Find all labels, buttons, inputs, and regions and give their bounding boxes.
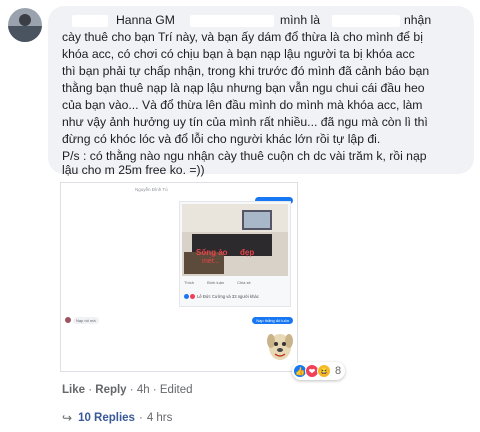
replies-count-link[interactable]: 10 Replies	[78, 412, 135, 424]
comment-text: lậu cho m 25m free ko. =))	[62, 163, 205, 177]
separator: ·	[88, 384, 93, 396]
photo-wall	[182, 204, 288, 232]
attached-screenshot[interactable]: Nguyễn Đình Tú Sống ảo đẹp mét... Thích …	[60, 182, 298, 372]
comment-actions: Like · Reply · 4h · Edited	[62, 384, 193, 396]
redaction	[332, 15, 400, 27]
avatar-head	[19, 14, 31, 26]
separator: ·	[129, 384, 134, 396]
reaction-summary[interactable]: 👍 ❤ 😆 8	[292, 362, 346, 380]
post-reaction-summary: Lê Đức Cường và 33 người khác	[184, 294, 259, 300]
photo-window	[242, 210, 272, 230]
shared-post: Sống ảo đẹp mét... Thích Bình luận Chia …	[179, 201, 291, 307]
timestamp[interactable]: 4h	[137, 384, 150, 396]
mention-name[interactable]: Hanna GM	[116, 13, 175, 27]
message-right: Nạp thằng đó luôn	[252, 317, 293, 324]
avatar-shape	[8, 26, 42, 42]
comment-text: P/s : có thằng nào ngu nhận cày thuê cuộ…	[62, 149, 427, 163]
post-reaction-text: Lê Đức Cường và 33 người khác	[197, 294, 259, 299]
comment-text: thằng bạn thuê nạp là nạp lậu nhưng bạn …	[62, 81, 425, 95]
comment-text: mình là	[280, 13, 320, 27]
mini-avatar	[65, 317, 71, 323]
redaction	[190, 15, 274, 27]
like-link[interactable]: Like	[62, 384, 85, 396]
redaction	[72, 15, 108, 27]
comment-text: của bạn vào... Và đổ thừa lên đầu mình d…	[62, 98, 423, 112]
comment-text: nhận	[404, 13, 432, 27]
post-like: Thích	[184, 280, 195, 285]
screenshot-caption: Nguyễn Đình Tú	[135, 187, 168, 192]
comment-text: như vậy ảnh hưởng uy tín của mình rất nh…	[62, 115, 428, 129]
haha-reaction-icon: 😆	[317, 364, 331, 378]
comment-text: khóa acc, có chơi có chịu bạn à bạn nạp …	[62, 47, 415, 61]
message-left: Nạp rồi mà	[73, 317, 99, 324]
reply-link[interactable]: Reply	[95, 384, 126, 396]
replies-time: 4 hrs	[146, 412, 173, 424]
comment-text: cày thuê cho bạn Trí này, và bạn ấy dám …	[62, 30, 423, 44]
reply-arrow-icon: ↪	[62, 411, 73, 425]
reaction-count: 8	[335, 365, 342, 377]
photo-overlay-text: đẹp	[240, 248, 255, 257]
dog-sticker-icon	[267, 334, 293, 360]
love-icon	[190, 294, 195, 300]
post-share: Chia sẻ	[237, 280, 251, 285]
photo-overlay-text: mét...	[202, 258, 220, 265]
separator: ·	[152, 384, 157, 396]
comment-text: đừng có khóc lóc và đổ lỗi cho người khá…	[62, 132, 381, 146]
post-actions: Thích Bình luận Chia sẻ	[184, 280, 288, 285]
edited-label[interactable]: Edited	[160, 384, 193, 396]
like-icon	[184, 294, 189, 300]
commenter-avatar[interactable]	[8, 8, 42, 42]
view-replies[interactable]: ↪ 10 Replies · 4 hrs	[62, 411, 172, 425]
post-photo: Sống ảo đẹp mét...	[182, 204, 288, 276]
photo-overlay-text: Sống ảo	[196, 248, 228, 257]
separator: ·	[138, 412, 143, 424]
post-comment: Bình luận	[207, 280, 225, 285]
comment-text: thì bạn phải tự chấp nhận, trong khi trư…	[62, 64, 430, 78]
